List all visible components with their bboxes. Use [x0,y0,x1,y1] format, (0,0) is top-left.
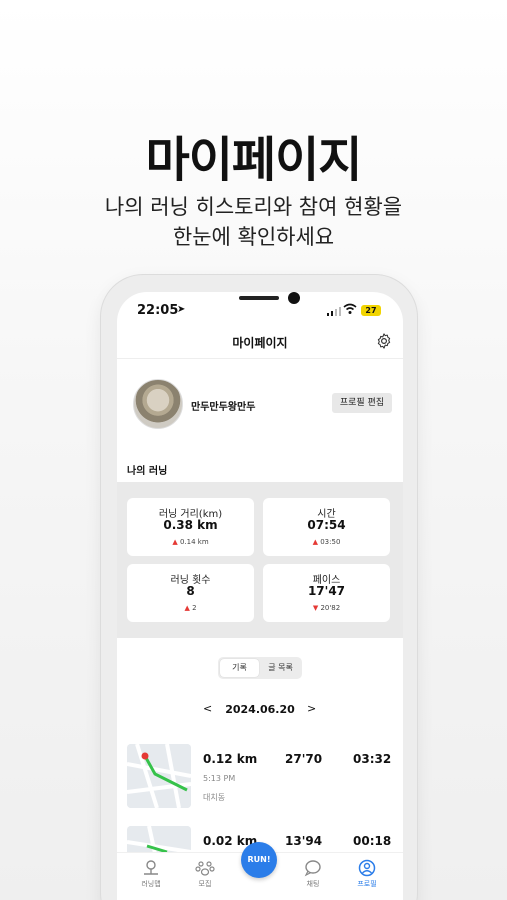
page-title: 마이페이지 [232,336,288,350]
record-pace: 13'94 [285,834,323,848]
stat-card-pace: 페이스 17'47 ▼ 20'82 [263,564,390,622]
edit-profile-button[interactable]: 프로필 편집 [332,393,392,413]
stat-card-count: 러닝 횟수 8 ▲ 2 [127,564,254,622]
up-arrow-icon: ▲ [184,604,190,612]
stat-card-time: 시간 07:54 ▲ 03:50 [263,498,390,556]
tab-label: 러닝맵 [141,880,161,888]
stat-value: 8 [186,584,195,598]
location-arrow-icon: ➤ [177,304,186,315]
hero-subtitle: 나의 러닝 히스토리와 참여 현황을 한눈에 확인하세요 [0,192,507,252]
map-pin-icon [144,860,158,875]
stat-delta: ▲ 03:50 [312,538,341,546]
paw-icon [195,861,215,876]
gear-icon[interactable] [375,332,393,350]
stat-delta: ▲ 2 [184,604,197,612]
up-arrow-icon: ▲ [172,538,178,546]
profile-nickname: 만두만두왕만두 [191,402,256,413]
record-tabs: 기록 글 목록 [218,657,302,679]
stat-delta: ▲ 0.14 km [172,538,209,546]
record-location: 대치동 [203,793,226,802]
tab-label: 프로필 [357,880,377,888]
hero-subtitle-line1: 나의 러닝 히스토리와 참여 현황을 [104,195,403,219]
record-duration: 03:32 [353,752,392,766]
date-next-button[interactable]: > [307,702,316,715]
route-map-thumbnail [127,744,191,808]
tab-posts[interactable]: 글 목록 [261,659,300,677]
section-title-running: 나의 러닝 [127,466,168,477]
header-divider [117,358,403,359]
stat-delta: ▼ 20'82 [312,604,341,612]
tab-record[interactable]: 기록 [220,659,259,677]
record-duration: 00:18 [353,834,392,848]
stat-value: 0.38 km [163,518,218,532]
speaker-notch [239,296,279,300]
up-arrow-icon: ▲ [312,538,318,546]
profile-icon [358,859,376,877]
stat-card-distance: 러닝 거리(km) 0.38 km ▲ 0.14 km [127,498,254,556]
date-label: 2024.06.20 [225,703,295,716]
status-bar: 22:05 ➤ 27 [117,292,403,328]
stats-area: 러닝 거리(km) 0.38 km ▲ 0.14 km 시간 07:54 ▲ 0… [117,482,403,638]
record-distance: 0.12 km [203,752,258,766]
hero-subtitle-line2: 한눈에 확인하세요 [172,225,335,249]
down-arrow-icon: ▼ [312,604,319,612]
battery-icon: 27 [361,305,381,316]
record-pace: 27'70 [285,752,323,766]
run-button[interactable]: RUN! [241,842,277,878]
record-row[interactable]: 0.12 km 27'70 03:32 5:13 PM 대치동 [117,744,403,818]
avatar [133,379,183,429]
chat-icon [304,860,321,877]
phone-screen: 22:05 ➤ 27 마이페이지 만두만두왕만두 프로필 편집 나의 러닝 러닝… [117,292,403,900]
tab-chat[interactable]: 채팅 [291,859,335,889]
hero-title: 마이페이지 [145,132,363,188]
tab-profile[interactable]: 프로필 [345,859,389,889]
tab-recruit[interactable]: 모집 [183,859,227,889]
tab-running-map[interactable]: 러닝맵 [129,859,173,889]
record-time: 5:13 PM [203,774,236,783]
camera-notch [288,292,300,304]
signal-icon [327,306,341,316]
wifi-icon [343,303,357,314]
tab-label: 모집 [198,880,212,888]
stat-value: 07:54 [307,518,346,532]
stat-value: 17'47 [307,584,346,598]
tab-label: 채팅 [306,880,320,888]
status-time: 22:05 [137,303,179,318]
